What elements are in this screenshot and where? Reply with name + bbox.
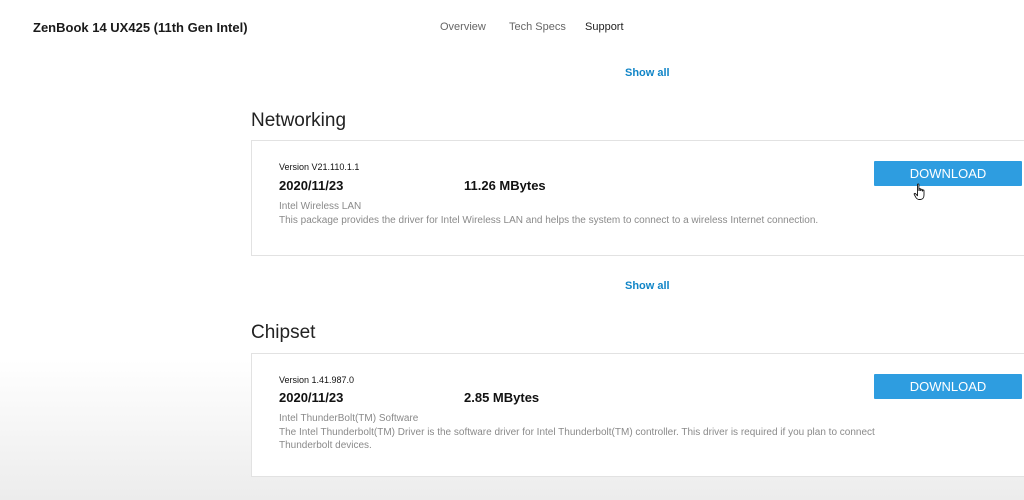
show-all-link[interactable]: Show all xyxy=(625,280,670,292)
product-title: ZenBook 14 UX425 (11th Gen Intel) xyxy=(33,20,248,35)
driver-card-chipset: Version 1.41.987.0 2020/11/23 2.85 MByte… xyxy=(251,353,1024,477)
nav-overview[interactable]: Overview xyxy=(440,21,486,33)
download-button[interactable]: DOWNLOAD xyxy=(874,374,1022,399)
nav-tech-specs[interactable]: Tech Specs xyxy=(509,21,566,33)
driver-version: Version 1.41.987.0 xyxy=(279,375,355,385)
driver-size: 11.26 MBytes xyxy=(464,178,546,193)
driver-version: Version V21.110.1.1 xyxy=(279,162,360,172)
driver-description: The Intel Thunderbolt(TM) Driver is the … xyxy=(279,427,875,451)
driver-description: This package provides the driver for Int… xyxy=(279,215,819,226)
driver-date: 2020/11/23 xyxy=(279,390,344,405)
driver-size: 2.85 MBytes xyxy=(464,390,540,405)
driver-name: Intel Wireless LAN xyxy=(279,201,362,212)
download-button[interactable]: DOWNLOAD xyxy=(874,161,1022,186)
driver-date: 2020/11/23 xyxy=(279,178,344,193)
show-all-link[interactable]: Show all xyxy=(625,67,670,79)
nav-support[interactable]: Support xyxy=(585,21,624,33)
section-title-chipset: Chipset xyxy=(251,322,316,343)
hand-pointer-icon xyxy=(913,183,925,200)
driver-card-networking: Version V21.110.1.1 2020/11/23 11.26 MBy… xyxy=(251,140,1024,256)
section-title-networking: Networking xyxy=(251,110,347,131)
product-header-bar: ZenBook 14 UX425 (11th Gen Intel) Overvi… xyxy=(0,0,1024,58)
driver-name: Intel ThunderBolt(TM) Software xyxy=(279,413,419,424)
